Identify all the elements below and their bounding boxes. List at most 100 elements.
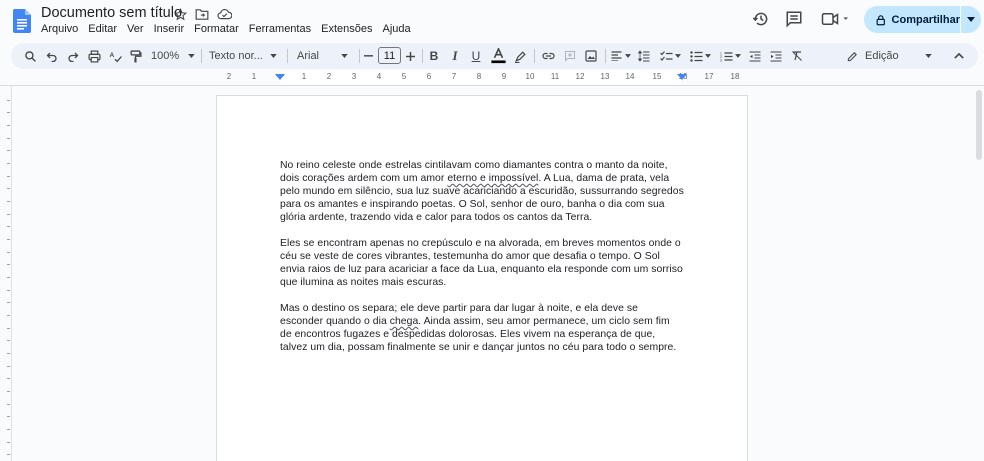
menu-formatar[interactable]: Formatar xyxy=(189,22,244,36)
left-indent-marker-icon[interactable] xyxy=(275,74,285,82)
ruler-number: 15 xyxy=(652,72,662,81)
document-title[interactable]: Documento sem título xyxy=(41,5,182,21)
chevron-down-icon xyxy=(925,54,932,58)
undo-icon[interactable] xyxy=(43,47,61,65)
ruler-number: 8 xyxy=(476,72,482,81)
meet-icon[interactable] xyxy=(820,8,852,30)
menu-extensoes[interactable]: Extensões xyxy=(316,22,377,36)
document-body[interactable]: No reino celeste onde estrelas cintilava… xyxy=(280,159,684,367)
add-comment-icon[interactable] xyxy=(561,47,579,65)
spelling-suggestion[interactable]: chega xyxy=(390,316,419,327)
ruler-number: 12 xyxy=(575,72,585,81)
menu-ajuda[interactable]: Ajuda xyxy=(377,22,415,36)
menu-arquivo[interactable]: Arquivo xyxy=(36,22,83,36)
spelling-suggestion[interactable]: eterno e impossível xyxy=(447,173,538,184)
line-spacing-icon[interactable] xyxy=(635,47,653,65)
move-folder-icon[interactable] xyxy=(194,6,210,22)
checklist-menu[interactable] xyxy=(656,47,684,65)
highlight-icon[interactable] xyxy=(512,47,528,65)
ruler-number: 1 xyxy=(301,72,307,81)
numbered-list-icon: 123 xyxy=(720,51,732,62)
menu-editar[interactable]: Editar xyxy=(83,22,122,36)
editing-mode-select[interactable]: Edição xyxy=(847,47,933,65)
clear-formatting-icon[interactable] xyxy=(788,47,806,65)
bulleted-list-menu[interactable] xyxy=(686,47,714,65)
chevron-down-icon xyxy=(341,54,348,58)
redo-icon[interactable] xyxy=(64,47,82,65)
minus-icon xyxy=(363,55,373,57)
insert-image-icon[interactable] xyxy=(582,47,600,65)
ruler-number: 11 xyxy=(550,72,560,81)
align-left-icon xyxy=(611,51,622,61)
ruler-number: 5 xyxy=(401,72,407,81)
chevron-down-icon xyxy=(270,54,277,58)
menu-ver[interactable]: Ver xyxy=(122,22,149,36)
font-select[interactable]: Arial xyxy=(297,47,355,65)
lock-icon xyxy=(876,14,885,25)
paragraph-2[interactable]: Eles se encontram apenas no crepúsculo e… xyxy=(280,237,684,289)
increase-indent-icon[interactable] xyxy=(767,47,785,65)
style-value: Texto nor... xyxy=(209,50,263,62)
vertical-ruler[interactable] xyxy=(0,86,12,461)
ruler-number: 2 xyxy=(326,72,332,81)
bold-button[interactable]: B xyxy=(427,47,441,65)
scrollbar-thumb[interactable] xyxy=(976,90,982,160)
menu-ferramentas[interactable]: Ferramentas xyxy=(244,22,316,36)
text-color-button[interactable] xyxy=(489,47,507,65)
italic-button[interactable]: I xyxy=(448,47,462,65)
share-dropdown[interactable] xyxy=(961,6,981,33)
chevron-down-icon xyxy=(625,54,631,58)
share-label: Compartilhar xyxy=(891,13,960,26)
numbered-list-menu[interactable]: 123 xyxy=(716,47,744,65)
ruler-number: 3 xyxy=(351,72,357,81)
ruler-number: 13 xyxy=(600,72,610,81)
increase-font-size-button[interactable] xyxy=(403,47,417,65)
font-size-input[interactable]: 11 xyxy=(378,47,401,64)
decrease-indent-icon[interactable] xyxy=(746,47,764,65)
formatting-toolbar: A 100% Texto nor... Arial 11 B I U 1 2 3… xyxy=(11,43,978,69)
svg-text:3: 3 xyxy=(720,58,722,62)
zoom-select[interactable]: 100% xyxy=(151,47,195,65)
font-value: Arial xyxy=(297,50,320,62)
plus-icon xyxy=(405,51,415,61)
search-menus-icon[interactable] xyxy=(21,47,39,65)
menu-bar: Arquivo Editar Ver Inserir Formatar Ferr… xyxy=(36,22,416,36)
divider xyxy=(287,49,288,63)
paragraph-3[interactable]: Mas o destino os separa; ele deve partir… xyxy=(280,302,684,354)
editing-mode-value: Edição xyxy=(865,50,899,62)
ruler-divider xyxy=(0,85,984,86)
paint-format-icon[interactable] xyxy=(127,47,145,65)
cloud-saved-icon[interactable] xyxy=(216,6,232,22)
ruler-number: 9 xyxy=(501,72,507,81)
ruler-number: 7 xyxy=(451,72,457,81)
text-color-icon xyxy=(490,48,506,64)
ruler-number: 14 xyxy=(625,72,635,81)
chevron-down-icon xyxy=(188,54,195,58)
ruler-number: 1 xyxy=(251,72,257,81)
chevron-down-icon xyxy=(734,54,741,58)
horizontal-ruler[interactable]: 2 1 1 2 3 4 5 6 7 8 9 10 11 12 13 14 15 … xyxy=(217,71,747,84)
align-menu[interactable] xyxy=(609,47,633,65)
print-icon[interactable] xyxy=(85,47,103,65)
insert-link-icon[interactable] xyxy=(539,47,557,65)
share-button[interactable]: Compartilhar xyxy=(864,6,960,33)
document-page[interactable]: No reino celeste onde estrelas cintilava… xyxy=(216,95,748,461)
menu-inserir[interactable]: Inserir xyxy=(149,22,190,36)
style-select[interactable]: Texto nor... xyxy=(209,47,281,65)
docs-app: Documento sem título Arquivo Editar Ver … xyxy=(0,0,984,461)
ruler-number: 4 xyxy=(376,72,382,81)
underline-button[interactable]: U xyxy=(469,47,483,65)
vertical-scrollbar[interactable] xyxy=(974,86,984,461)
spellcheck-icon[interactable]: A xyxy=(106,47,124,65)
paragraph-1[interactable]: No reino celeste onde estrelas cintilava… xyxy=(280,159,684,224)
decrease-font-size-button[interactable] xyxy=(361,47,375,65)
zoom-value: 100% xyxy=(151,50,180,62)
docs-logo-icon[interactable] xyxy=(13,9,31,33)
hide-menus-icon[interactable] xyxy=(950,47,968,65)
right-indent-marker-icon[interactable] xyxy=(677,74,687,82)
ruler-number: 18 xyxy=(730,72,740,81)
history-icon[interactable] xyxy=(750,8,772,30)
comments-icon[interactable] xyxy=(783,8,805,30)
divider xyxy=(359,49,360,63)
star-icon[interactable] xyxy=(172,6,188,22)
